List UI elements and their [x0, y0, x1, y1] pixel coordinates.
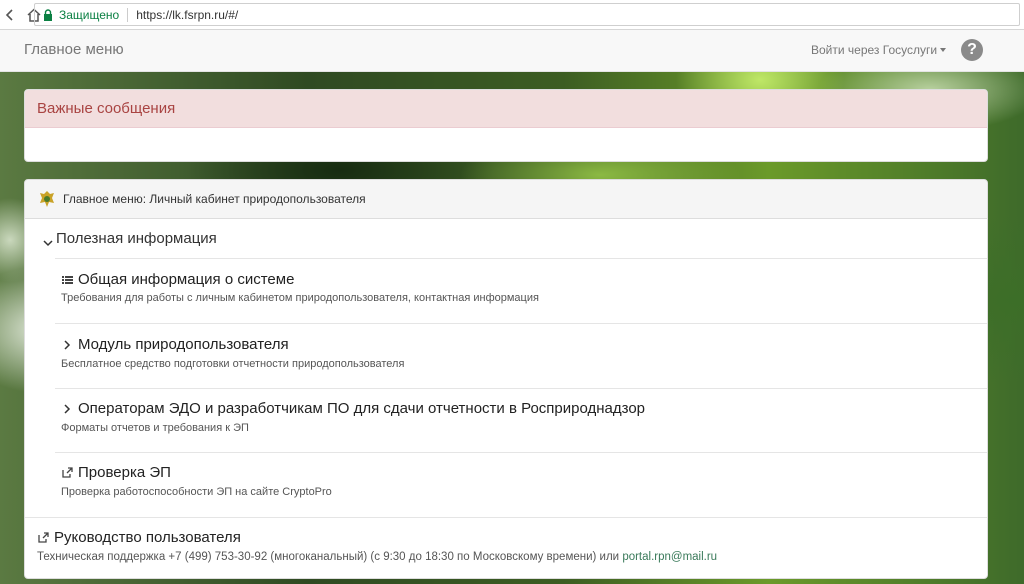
menu-item-description: Бесплатное средство подготовки отчетност…	[61, 358, 405, 370]
menu-item-ep-check[interactable]: Проверка ЭП Проверка работоспособности Э…	[55, 452, 987, 517]
emblem-icon	[37, 189, 57, 209]
menu-item-general-info[interactable]: Общая информация о системе Требования дл…	[55, 258, 987, 323]
support-info: Техническая поддержка +7 (499) 753-30-92…	[37, 551, 717, 563]
chevron-right-icon	[61, 403, 73, 415]
support-text: Техническая поддержка +7 (499) 753-30-92…	[37, 551, 623, 563]
menu-item-description: Форматы отчетов и требования к ЭП	[61, 422, 249, 434]
chevron-down-icon	[43, 234, 55, 246]
useful-info-title: Полезная информация	[56, 230, 217, 247]
list-icon	[61, 274, 73, 286]
main-menu-panel: Главное меню: Личный кабинет природополь…	[24, 179, 988, 579]
menu-item-description: Требования для работы с личным кабинетом…	[61, 292, 539, 304]
url-text[interactable]: https://lk.fsrpn.ru/#/	[136, 8, 238, 22]
important-messages-title: Важные сообщения	[25, 90, 987, 128]
menu-item-title-text: Модуль природопользователя	[78, 336, 289, 353]
menu-item-title-text: Проверка ЭП	[78, 464, 171, 481]
external-link-icon	[37, 532, 49, 544]
support-email-link[interactable]: portal.rpn@mail.ru	[622, 551, 717, 563]
menu-item-description: Проверка работоспособности ЭП на сайте C…	[61, 486, 332, 498]
url-separator	[127, 7, 129, 22]
useful-info-toggle[interactable]: Полезная информация	[43, 230, 217, 247]
user-guide-title: Руководство пользователя	[54, 529, 241, 546]
user-guide-link[interactable]: Руководство пользователя	[37, 529, 241, 546]
menu-item-title: Модуль природопользователя	[61, 336, 289, 353]
external-link-icon	[61, 467, 73, 479]
navbar: Главное меню Войти через Госуслуги ?	[0, 30, 1024, 72]
main-menu-header: Главное меню: Личный кабинет природополь…	[25, 180, 987, 219]
important-messages-panel: Важные сообщения	[24, 89, 988, 162]
address-bar[interactable]: Защищено https://lk.fsrpn.ru/#/	[34, 3, 1020, 26]
secure-label: Защищено	[59, 7, 120, 22]
gosuslugi-login-dropdown[interactable]: Войти через Госуслуги	[811, 43, 947, 57]
help-icon[interactable]: ?	[961, 39, 983, 61]
chevron-right-icon	[61, 339, 73, 351]
menu-item-title: Операторам ЭДО и разработчикам ПО для сд…	[61, 400, 645, 417]
main-menu-header-text: Главное меню: Личный кабинет природополь…	[63, 192, 366, 206]
navbar-title[interactable]: Главное меню	[24, 41, 124, 58]
browser-bar: Защищено https://lk.fsrpn.ru/#/	[0, 0, 1024, 30]
menu-item-edo-operators[interactable]: Операторам ЭДО и разработчикам ПО для сд…	[55, 388, 987, 452]
user-guide-section: Руководство пользователя Техническая под…	[25, 517, 987, 578]
menu-item-title-text: Операторам ЭДО и разработчикам ПО для сд…	[78, 400, 646, 417]
menu-item-title: Общая информация о системе	[61, 271, 294, 288]
menu-item-user-module[interactable]: Модуль природопользователя Бесплатное ср…	[55, 323, 987, 388]
menu-item-title: Проверка ЭП	[61, 464, 171, 481]
menu-item-title-text: Общая информация о системе	[78, 271, 295, 288]
back-icon[interactable]	[0, 5, 20, 25]
lock-icon	[43, 8, 53, 21]
gosuslugi-login-label: Войти через Госуслуги	[811, 43, 938, 57]
caret-down-icon	[940, 48, 947, 52]
